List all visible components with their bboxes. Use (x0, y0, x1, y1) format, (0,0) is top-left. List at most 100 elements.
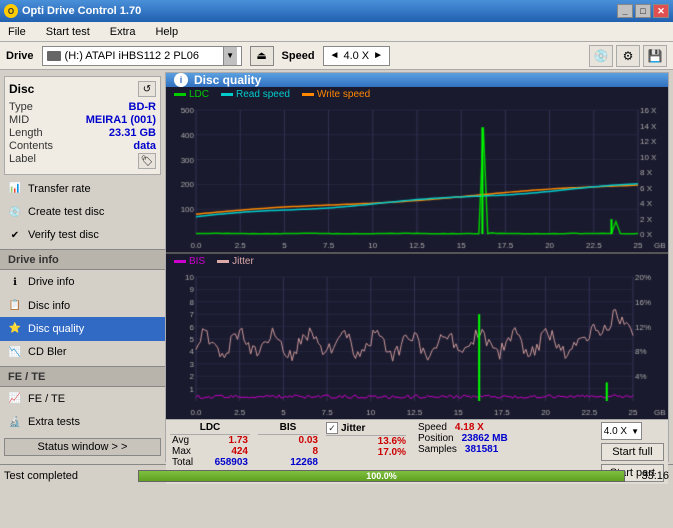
disc-info-icon: 📋 (8, 299, 22, 313)
disc-type-row: Type BD-R (9, 101, 156, 113)
stats-total-label: Total (172, 457, 193, 468)
nav-extra-tests[interactable]: 🔬 Extra tests (0, 411, 165, 434)
legend-ldc-label: LDC (189, 89, 209, 100)
legend-read-speed-label: Read speed (236, 89, 290, 100)
save-button[interactable]: 💾 (643, 45, 667, 67)
nav-fe-te-label: FE / TE (28, 393, 65, 405)
start-full-button[interactable]: Start full (601, 443, 664, 461)
section-fe-te: FE / TE (0, 366, 165, 387)
nav-fe-te[interactable]: 📈 FE / TE (0, 387, 165, 410)
title-bar-left: O Opti Drive Control 1.70 (4, 4, 141, 18)
stats-avg-label: Avg (172, 435, 189, 446)
progress-bar-container: 100.0% (138, 470, 625, 482)
speed-select[interactable]: ◄ 4.0 X ► (323, 46, 391, 66)
legend-write-speed: Write speed (302, 89, 370, 100)
stats-ldc-header: LDC (170, 422, 250, 435)
menu-help[interactable]: Help (151, 24, 182, 40)
speed-target-dropdown[interactable]: 4.0 X ▼ (601, 422, 642, 440)
speed-target-text: 4.0 X (604, 426, 627, 437)
title-bar-controls: _ □ ✕ (617, 4, 669, 18)
menu-start-test[interactable]: Start test (42, 24, 94, 40)
fe-te-icon: 📈 (8, 392, 22, 406)
title-bar: O Opti Drive Control 1.70 _ □ ✕ (0, 0, 673, 22)
disc-refresh-button[interactable]: ↺ (138, 81, 156, 97)
disc-quality-icon: ⭐ (8, 322, 22, 336)
time-text: 33:16 (629, 470, 669, 482)
status-window-button[interactable]: Status window > > (4, 438, 161, 456)
lower-chart-legend: BIS Jitter (166, 254, 668, 269)
speed-row: Speed 4.18 X (418, 422, 593, 433)
close-button[interactable]: ✕ (653, 4, 669, 18)
stats-avg-jitter: 13.6% (326, 436, 406, 447)
drive-bar: Drive (H:) ATAPI iHBS112 2 PL06 ▼ ⏏ Spee… (0, 42, 673, 70)
disc-contents-key: Contents (9, 140, 53, 152)
stats-samples-val: 381581 (465, 444, 498, 455)
nav-cd-bler[interactable]: 📉 CD Bler (0, 341, 165, 364)
eject-button[interactable]: ⏏ (250, 46, 274, 66)
disc-label-button[interactable]: 🏷 (138, 153, 156, 169)
disc-type-key: Type (9, 101, 33, 113)
stats-avg-bis: 0.03 (258, 435, 318, 446)
speed-target-dropdown-arrow[interactable]: ▼ (627, 427, 639, 436)
nav-verify-test-disc-label: Verify test disc (28, 229, 99, 241)
completed-text: Test completed (4, 470, 134, 482)
drive-select-text: (H:) ATAPI iHBS112 2 PL06 (65, 50, 219, 62)
stats-total-bis: 12268 (258, 457, 318, 468)
disc-length-row: Length 23.31 GB (9, 127, 156, 139)
disc-button[interactable]: 💿 (589, 45, 613, 67)
minimize-button[interactable]: _ (617, 4, 633, 18)
upper-chart (166, 102, 668, 254)
drive-dropdown-button[interactable]: ▼ (223, 47, 237, 65)
stats-bis-col: BIS 0.03 8 12268 (258, 422, 318, 468)
legend-jitter-color (217, 260, 229, 263)
menu-extra[interactable]: Extra (106, 24, 140, 40)
nav-cd-bler-label: CD Bler (28, 346, 67, 358)
drive-select[interactable]: (H:) ATAPI iHBS112 2 PL06 ▼ (42, 46, 242, 66)
legend-write-speed-label: Write speed (317, 89, 370, 100)
legend-read-speed-color (221, 93, 233, 96)
upper-chart-canvas (166, 102, 668, 252)
stats-max-bis: 8 (258, 446, 318, 457)
disc-mid-row: MID MEIRA1 (001) (9, 114, 156, 126)
upper-chart-legend: LDC Read speed Write speed (166, 87, 668, 102)
sidebar: Disc ↺ Type BD-R MID MEIRA1 (001) Length… (0, 70, 165, 464)
stats-speed-col: Speed 4.18 X Position 23862 MB Samples 3… (418, 422, 593, 455)
nav-disc-info[interactable]: 📋 Disc info (0, 294, 165, 317)
stats-position-val: 23862 MB (462, 433, 508, 444)
speed-next-button[interactable]: ► (371, 50, 385, 61)
disc-type-value: BD-R (129, 101, 157, 113)
legend-ldc: LDC (174, 89, 209, 100)
legend-jitter: Jitter (217, 256, 254, 267)
menu-bar: File Start test Extra Help (0, 22, 673, 42)
nav-drive-info[interactable]: ℹ Drive info (0, 270, 165, 293)
legend-write-speed-color (302, 93, 314, 96)
disc-length-key: Length (9, 127, 43, 139)
disc-contents-value: data (133, 140, 156, 152)
nav-disc-info-label: Disc info (28, 300, 70, 312)
speed-label: Speed (282, 50, 315, 62)
section-drive-info: Drive info (0, 249, 165, 270)
nav-drive-info-label: Drive info (28, 276, 74, 288)
nav-create-test-disc[interactable]: 💿 Create test disc (0, 200, 165, 223)
legend-bis: BIS (174, 256, 205, 267)
nav-transfer-rate[interactable]: 📊 Transfer rate (0, 177, 165, 200)
nav-disc-quality[interactable]: ⭐ Disc quality (0, 317, 165, 340)
speed-prev-button[interactable]: ◄ (328, 50, 342, 61)
nav-verify-test-disc[interactable]: ✔ Verify test disc (0, 224, 165, 247)
stats-jitter-col: ✓ Jitter 13.6% 17.0% (326, 422, 406, 458)
disc-length-value: 23.31 GB (109, 127, 156, 139)
position-row: Position 23862 MB (418, 433, 593, 444)
stats-max-label: Max (172, 446, 191, 457)
disc-label-row: Label 🏷 (9, 153, 156, 169)
stats-bis-header: BIS (258, 422, 318, 435)
config-button[interactable]: ⚙ (616, 45, 640, 67)
speed-select-text: 4.0 X (343, 50, 369, 62)
lower-chart (166, 269, 668, 419)
jitter-checkbox[interactable]: ✓ (326, 422, 338, 434)
menu-file[interactable]: File (4, 24, 30, 40)
position-header: Position (418, 433, 454, 444)
samples-header: Samples (418, 444, 457, 455)
maximize-button[interactable]: □ (635, 4, 651, 18)
nav-extra-tests-label: Extra tests (28, 416, 80, 428)
progress-text: 100.0% (366, 471, 397, 481)
